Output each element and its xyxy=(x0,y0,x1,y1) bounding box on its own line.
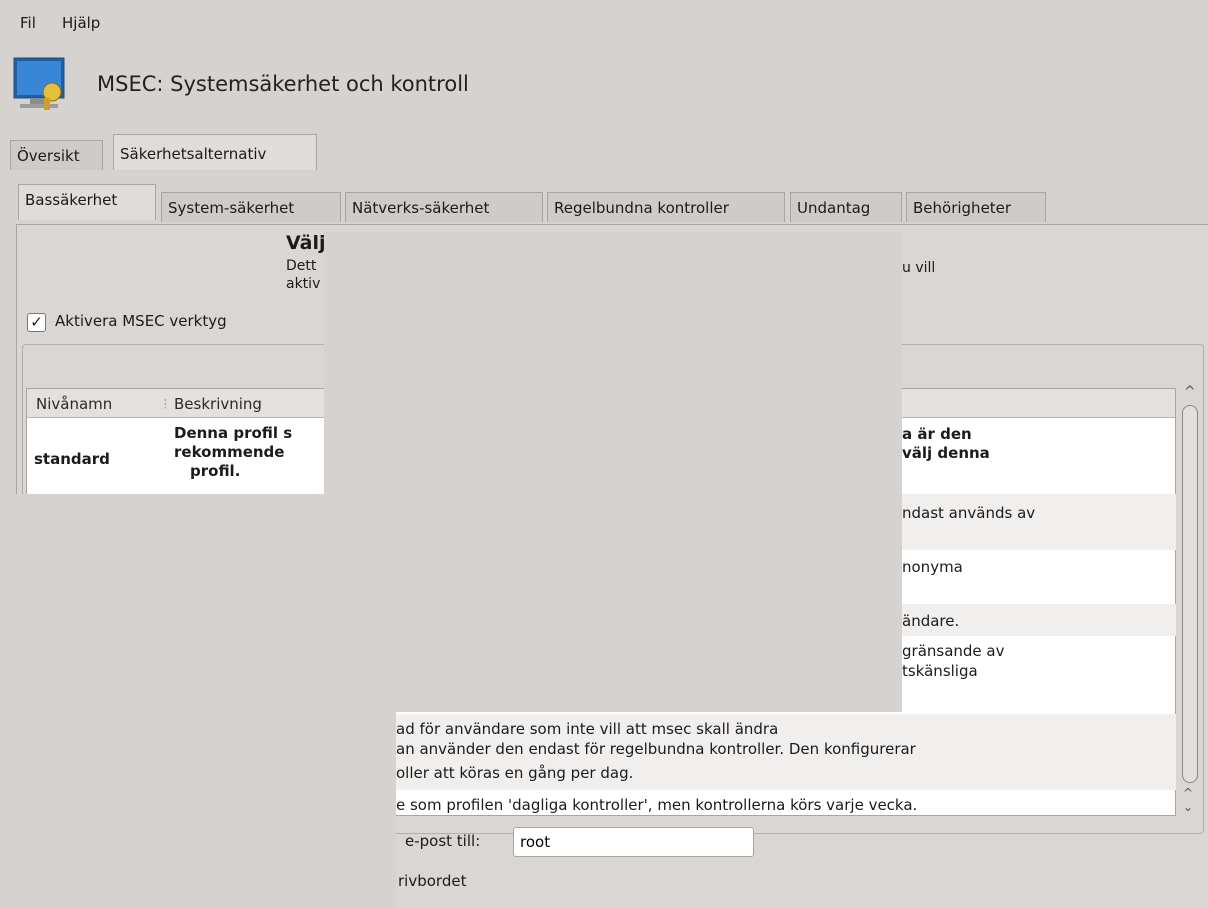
tab-regelbundna-kontroller[interactable]: Regelbundna kontroller xyxy=(547,192,785,222)
row-desc-2: an använder den endast för regelbundna k… xyxy=(396,740,916,758)
tab-bassakerhet[interactable]: Bassäkerhet xyxy=(18,184,156,220)
tab-system-sakerhet[interactable]: System-säkerhet xyxy=(161,192,341,222)
scrollbar-thumb[interactable] xyxy=(1182,405,1198,783)
tab-natverks-sakerhet[interactable]: Nätverks-säkerhet xyxy=(345,192,543,222)
column-header-name[interactable]: Nivånamn xyxy=(36,392,112,416)
row-desc-right-1: a är den xyxy=(902,425,972,443)
row-desc-left-2: rekommende xyxy=(174,443,285,461)
row-desc-left-3: profil. xyxy=(190,462,241,480)
section-desc-line2: aktiv xyxy=(286,276,321,292)
email-label: e-post till: xyxy=(405,832,481,850)
column-header-description[interactable]: Beskrivning xyxy=(174,392,262,416)
menu-file[interactable]: Fil xyxy=(20,14,36,32)
row-desc-3: oller att köras en gång per dag. xyxy=(396,764,634,782)
row-desc-1: e som profilen 'dagliga kontroller', men… xyxy=(396,796,918,814)
row-desc-right: ndast används av xyxy=(902,504,1036,522)
tab-sakerhetsalternativ[interactable]: Säkerhetsalternativ xyxy=(113,134,317,170)
menu-help[interactable]: Hjälp xyxy=(62,14,100,32)
section-heading: Välj xyxy=(286,232,326,254)
row-desc-right: nonyma xyxy=(902,558,963,576)
tab-behorigheter[interactable]: Behörigheter xyxy=(906,192,1046,222)
column-divider: ⁝ xyxy=(163,395,168,413)
section-desc-line1: Dett xyxy=(286,258,317,274)
menu-bar: Fil Hjälp xyxy=(0,0,1208,40)
tab-undantag[interactable]: Undantag xyxy=(790,192,902,222)
app-icon xyxy=(12,56,72,116)
obscured-region-center xyxy=(324,232,902,712)
row-desc-right: ändare. xyxy=(902,612,960,630)
desktop-label: rivbordet xyxy=(398,872,467,890)
row-desc-right-2: tskänsliga xyxy=(902,662,978,680)
row-desc-right-1: gränsande av xyxy=(902,642,1005,660)
enable-msec-label: Aktivera MSEC verktyg xyxy=(55,312,227,330)
row-desc-left-1: Denna profil s xyxy=(174,424,293,442)
page-title: MSEC: Systemsäkerhet och kontroll xyxy=(97,72,469,96)
row-desc-1: ad för användare som inte vill att msec … xyxy=(396,720,779,738)
tab-oversikt[interactable]: Översikt xyxy=(10,140,103,170)
email-field[interactable] xyxy=(513,827,754,857)
section-desc-right: u vill xyxy=(902,260,936,276)
enable-msec-checkbox[interactable]: ✓ xyxy=(27,313,46,332)
scroll-up-icon[interactable]: ^ xyxy=(1184,384,1196,400)
scroll-down-icon[interactable]: ^ ⌄ xyxy=(1183,786,1193,814)
row-desc-right-2: välj denna xyxy=(902,444,990,462)
row-level-name: standard xyxy=(34,450,110,468)
